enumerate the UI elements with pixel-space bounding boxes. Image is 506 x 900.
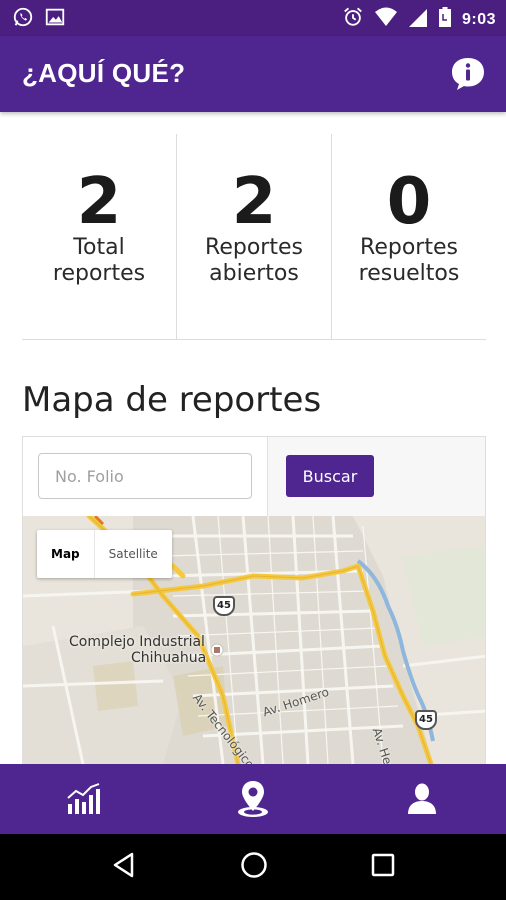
app-bar: ¿AQUÍ QUÉ? [0, 36, 506, 112]
status-time: 9:03 [461, 10, 496, 28]
map-type-control: Map Satellite [37, 530, 172, 578]
location-pin-icon [238, 781, 268, 817]
stats-summary: 2 Total reportes 2 Reportes abiertos 0 R… [22, 134, 486, 340]
image-icon [44, 6, 66, 33]
stat-label-line1: Reportes [205, 235, 303, 260]
map-place-label: Complejo Industrial Chihuahua [69, 634, 206, 666]
search-panel: Buscar [22, 436, 486, 516]
bottom-navigation [0, 764, 506, 834]
signal-icon [408, 6, 428, 33]
search-button-container: Buscar [268, 437, 485, 516]
stat-value: 2 [231, 165, 277, 239]
stat-label-line1: Total [73, 235, 125, 260]
map-place-label-line1: Complejo Industrial [69, 634, 205, 650]
map-type-map-button[interactable]: Map [37, 530, 95, 578]
stat-label-line2: reportes [52, 261, 146, 286]
reports-map[interactable]: Map Satellite Complejo Industrial Chihua… [22, 516, 486, 764]
map-section-title: Mapa de reportes [22, 380, 322, 420]
status-bar: 9:03 [0, 0, 506, 36]
stat-label-line2: resueltos [358, 261, 460, 286]
info-button[interactable] [450, 56, 486, 92]
map-type-satellite-button[interactable]: Satellite [95, 530, 172, 578]
stat-value: 0 [386, 165, 432, 239]
alarm-icon [342, 6, 364, 33]
stat-resolved-reports: 0 Reportes resueltos [331, 134, 486, 339]
back-icon[interactable] [110, 851, 138, 884]
system-navigation-bar [0, 834, 506, 900]
whatsapp-icon [12, 6, 34, 33]
chart-icon [67, 783, 101, 814]
highway-shield-icon: 45 [415, 710, 437, 730]
stat-total-reports: 2 Total reportes [22, 134, 176, 339]
recents-icon[interactable] [370, 852, 396, 883]
battery-icon [438, 6, 452, 33]
stat-value: 2 [76, 165, 122, 239]
info-icon [452, 58, 484, 90]
tab-stats[interactable] [0, 764, 169, 834]
search-button[interactable]: Buscar [286, 455, 374, 497]
home-icon[interactable] [239, 850, 269, 885]
tab-profile[interactable] [337, 764, 506, 834]
tab-map[interactable] [169, 764, 338, 834]
folio-search-input[interactable] [38, 453, 252, 499]
search-field-container [23, 437, 268, 516]
stat-open-reports: 2 Reportes abiertos [176, 134, 331, 339]
stat-label-line2: abiertos [209, 261, 299, 286]
user-icon [407, 783, 436, 814]
app-title: ¿AQUÍ QUÉ? [22, 58, 186, 88]
map-place-label-line2: Chihuahua [131, 650, 207, 666]
wifi-icon [374, 6, 398, 33]
stat-label-line1: Reportes [360, 235, 458, 260]
highway-shield-icon: 45 [213, 596, 235, 616]
